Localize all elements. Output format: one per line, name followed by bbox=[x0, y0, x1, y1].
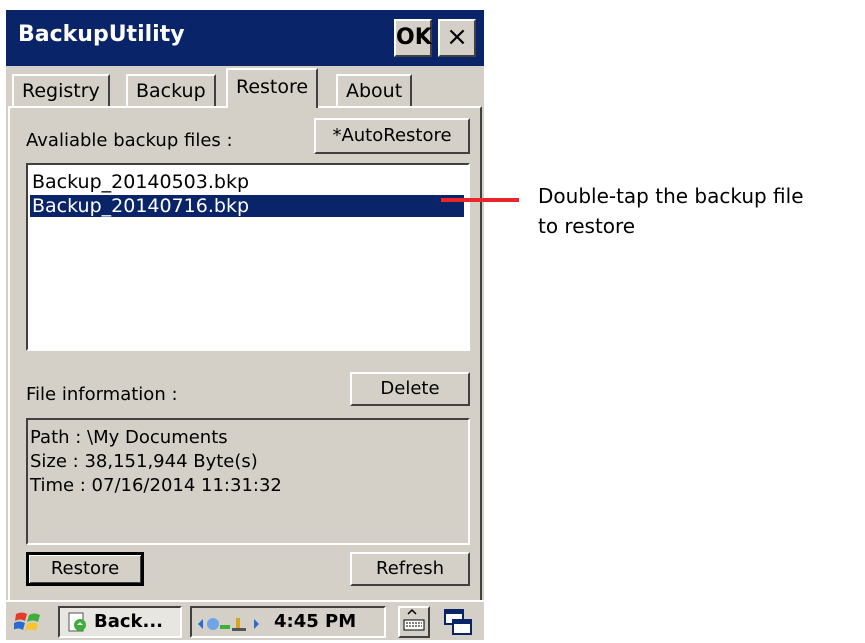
taskbar: Back... 4:45 PM bbox=[6, 600, 484, 640]
refresh-button[interactable]: Refresh bbox=[350, 552, 470, 586]
callout-line-2: to restore bbox=[538, 214, 636, 238]
list-item[interactable]: Backup_20140503.bkp bbox=[32, 171, 249, 193]
list-item-selected[interactable]: Backup_20140716.bkp bbox=[29, 194, 465, 218]
file-information-label: File information : bbox=[26, 384, 178, 405]
clock: 4:45 PM bbox=[274, 611, 357, 632]
taskbar-app-label: Back... bbox=[94, 611, 164, 632]
delete-button[interactable]: Delete bbox=[350, 372, 470, 406]
close-button[interactable]: × bbox=[438, 19, 476, 57]
file-time: Time : 07/16/2014 11:31:32 bbox=[30, 475, 282, 496]
restore-button[interactable]: Restore bbox=[26, 552, 144, 586]
callout-line-1: Double-tap the backup file bbox=[538, 184, 804, 208]
file-size: Size : 38,151,944 Byte(s) bbox=[30, 451, 258, 472]
keyboard-icon[interactable] bbox=[398, 606, 430, 638]
tab-registry[interactable]: Registry bbox=[12, 74, 110, 108]
taskbar-app-button[interactable]: Back... bbox=[58, 606, 182, 638]
start-windows-icon[interactable] bbox=[13, 608, 44, 636]
ok-button[interactable]: OK bbox=[394, 19, 432, 57]
available-files-label: Avaliable backup files : bbox=[26, 130, 233, 151]
tray-network-icons[interactable] bbox=[196, 614, 266, 632]
backup-file-list[interactable]: Backup_20140503.bkp Backup_20140716.bkp bbox=[26, 163, 470, 351]
title-bar: BackupUtility OK × bbox=[6, 10, 484, 66]
tab-restore[interactable]: Restore bbox=[226, 68, 319, 108]
autorestore-button[interactable]: *AutoRestore bbox=[314, 118, 470, 154]
tab-strip: Registry Backup Restore About bbox=[6, 66, 484, 108]
system-tray: 4:45 PM bbox=[190, 606, 386, 638]
desktop-windows-icon[interactable] bbox=[442, 606, 474, 638]
file-info-box: Path : \My Documents Size : 38,151,944 B… bbox=[26, 418, 470, 545]
backup-utility-window: BackupUtility OK × Registry Backup Resto… bbox=[6, 10, 484, 640]
backup-app-icon bbox=[66, 611, 88, 633]
callout-line bbox=[441, 198, 519, 202]
window-title: BackupUtility bbox=[18, 22, 185, 47]
callout-text: Double-tap the backup file to restore bbox=[538, 181, 804, 241]
tab-about[interactable]: About bbox=[336, 74, 413, 108]
file-path: Path : \My Documents bbox=[30, 427, 228, 448]
tab-backup[interactable]: Backup bbox=[126, 74, 216, 108]
